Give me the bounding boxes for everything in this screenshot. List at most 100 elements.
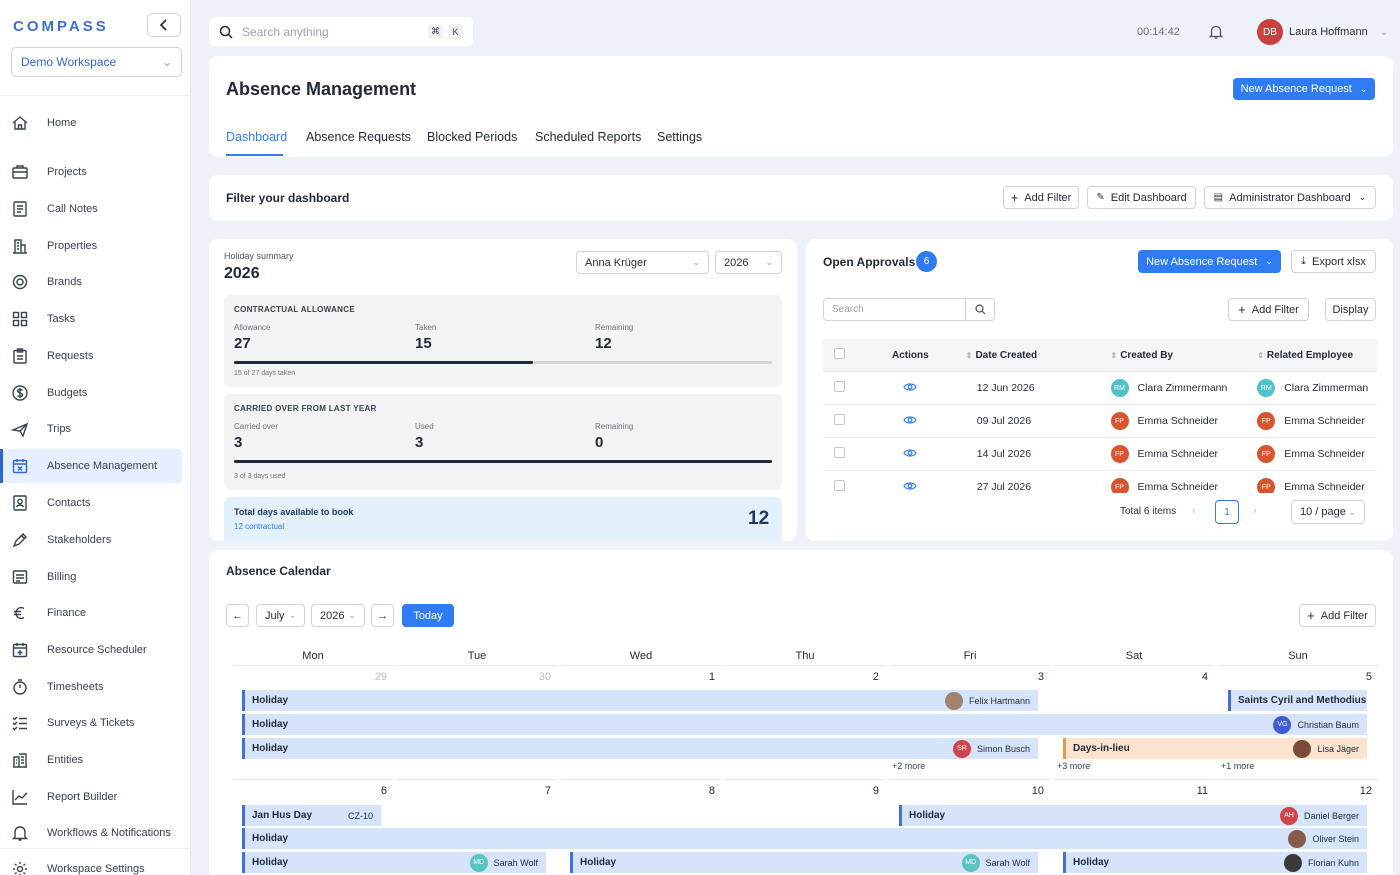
sidebar-item-stakeholders[interactable]: Stakeholders [3, 523, 182, 557]
event-person: AH Daniel Berger [1279, 806, 1359, 825]
day-number[interactable]: 5 [1342, 671, 1372, 683]
day-number[interactable]: 4 [1178, 671, 1208, 683]
sidebar-item-workflows[interactable]: Workflows & Notifications [3, 816, 182, 850]
sidebar-item-finance[interactable]: Finance [3, 596, 182, 630]
sidebar-item-label: Surveys & Tickets [47, 717, 135, 729]
view-button[interactable] [857, 448, 964, 461]
more-events-link[interactable]: +1 more [1221, 761, 1254, 771]
chevron-down-icon: ⌄ [348, 610, 356, 620]
today-button[interactable]: Today [402, 604, 454, 627]
approvals-table-body: 12 Jun 2026 RM Clara Zimmermann RM Clara Zim… [0, 0, 1400, 493]
sidebar-item-entities[interactable]: Entities [3, 743, 182, 777]
sidebar-item-resource-scheduler[interactable]: Resource Scheduler [3, 633, 182, 667]
calendar-event[interactable]: Holiday SR Simon Busch [242, 738, 1038, 759]
person-avatar: RM [1110, 379, 1129, 397]
weekday-header: Wed [629, 650, 653, 662]
calendar-event[interactable]: Holiday Felix Hartmann [242, 690, 1038, 711]
day-number[interactable]: 11 [1178, 785, 1208, 797]
sidebar-item-surveys-tickets[interactable]: Surveys & Tickets [3, 706, 182, 740]
related-employee-cell: FP Emma Schneider [1257, 412, 1377, 430]
sidebar-item-label: Timesheets [47, 681, 104, 693]
person-name: Emma Schneider [1284, 448, 1365, 460]
calendar-year-select[interactable]: 2026 ⌄ [311, 604, 365, 627]
day-number[interactable]: 6 [357, 785, 387, 797]
person-avatar: MD [961, 853, 980, 872]
day-number[interactable]: 3 [1014, 671, 1044, 683]
divider [0, 848, 190, 849]
row-checkbox[interactable] [834, 381, 845, 392]
person-name: Emma Schneider [1137, 481, 1219, 493]
table-row[interactable]: 14 Jul 2026 FP Emma Schneider FP Emma Schnei… [823, 438, 1377, 471]
calendar-event-public-holiday[interactable]: Jan Hus Day CZ-10 [242, 805, 381, 826]
table-row[interactable]: 27 Jul 2026 FP Emma Schneider FP Emma Schnei… [823, 471, 1377, 493]
prev-page-icon[interactable]: ‹ [1192, 505, 1196, 517]
view-button[interactable] [857, 481, 964, 494]
person-photo-avatar [1288, 829, 1307, 848]
calendar-event[interactable]: Holiday MD Sarah Wolf [242, 852, 546, 873]
view-button[interactable] [857, 382, 964, 395]
page-1-button[interactable]: 1 [1215, 500, 1239, 524]
row-checkbox[interactable] [834, 480, 845, 491]
day-number[interactable]: 8 [685, 785, 715, 797]
more-events-link[interactable]: +3 more [1057, 761, 1090, 771]
table-row[interactable]: 09 Jul 2026 FP Emma Schneider FP Emma Schnei… [823, 405, 1377, 438]
next-month-button[interactable]: → [371, 604, 394, 627]
sidebar-item-label: Report Builder [47, 791, 118, 803]
day-number[interactable]: 9 [849, 785, 879, 797]
event-person: SR Simon Busch [952, 739, 1030, 758]
calendar-event[interactable]: Holiday Oliver Stein [242, 828, 1367, 849]
day-number[interactable]: 2 [849, 671, 879, 683]
page-size-select[interactable]: 10 / page ⌄ [1291, 500, 1365, 524]
next-page-icon[interactable]: › [1253, 505, 1257, 517]
event-tag: CZ-10 [347, 810, 373, 821]
select-value: July [265, 609, 285, 622]
person-name: Oliver Stein [1312, 833, 1359, 844]
month-select[interactable]: July ⌄ [256, 604, 305, 627]
day-number[interactable]: 1 [685, 671, 715, 683]
event-label: Holiday [909, 810, 946, 821]
event-label: Days-in-lieu [1073, 743, 1130, 754]
calendar-event[interactable]: Holiday AH Daniel Berger [899, 805, 1367, 826]
sidebar-item-workspace-settings[interactable]: Workspace Settings [3, 852, 182, 875]
day-number[interactable]: 29 [357, 671, 387, 683]
person-name: Emma Schneider [1137, 415, 1219, 427]
person-name: Clara Zimmermann [1137, 382, 1228, 394]
grid-line [1218, 665, 1378, 666]
prev-month-button[interactable]: ← [226, 604, 249, 627]
sidebar-item-report-builder[interactable]: Report Builder [3, 780, 182, 814]
event-person: Felix Hartmann [944, 691, 1030, 710]
sidebar-item-label: Workflows & Notifications [47, 827, 171, 839]
more-events-link[interactable]: +2 more [892, 761, 925, 771]
view-button[interactable] [857, 415, 964, 428]
sidebar-item-label: Workspace Settings [47, 863, 145, 875]
row-checkbox[interactable] [834, 414, 845, 425]
sidebar-item-billing[interactable]: Billing [3, 560, 182, 594]
person-name: Lisa Jäger [1317, 743, 1359, 754]
person-name: Felix Hartmann [968, 695, 1030, 706]
sidebar-item-label: Entities [47, 754, 84, 766]
sidebar-item-timesheets[interactable]: Timesheets [3, 670, 182, 704]
calendar-add-filter-button[interactable]: + Add Filter [1299, 604, 1376, 627]
row-checkbox[interactable] [834, 447, 845, 458]
sidebar-item-label: Contacts [47, 497, 91, 509]
day-number[interactable]: 12 [1342, 785, 1372, 797]
calendar-plus-icon [12, 643, 28, 658]
calendar-event-days-in-lieu[interactable]: Days-in-lieu Lisa Jäger [1063, 738, 1367, 759]
day-number[interactable]: 10 [1014, 785, 1044, 797]
calendar-event[interactable]: Holiday Florian Kuhn [1063, 852, 1367, 873]
weekday-header: Sun [1288, 650, 1308, 662]
day-number[interactable]: 7 [521, 785, 551, 797]
day-number[interactable]: 30 [521, 671, 551, 683]
calendar-event-public-holiday[interactable]: Saints Cyril and Methodius Day [1228, 690, 1367, 711]
person-avatar: MD [469, 853, 488, 872]
event-label: Holiday [252, 833, 289, 844]
sidebar-item-label: Resource Scheduler [47, 644, 147, 656]
table-row[interactable]: 12 Jun 2026 RM Clara Zimmermann RM Clara Zim… [823, 372, 1377, 405]
select-value: 2026 [320, 609, 345, 622]
calendar-event[interactable]: Holiday MD Sarah Wolf [570, 852, 1038, 873]
grid-line [890, 779, 1050, 780]
event-person: Oliver Stein [1288, 829, 1359, 848]
grid-line [561, 665, 721, 666]
calendar-event[interactable]: Holiday VG Christian Baum [242, 714, 1367, 735]
list-check-icon [12, 716, 27, 731]
